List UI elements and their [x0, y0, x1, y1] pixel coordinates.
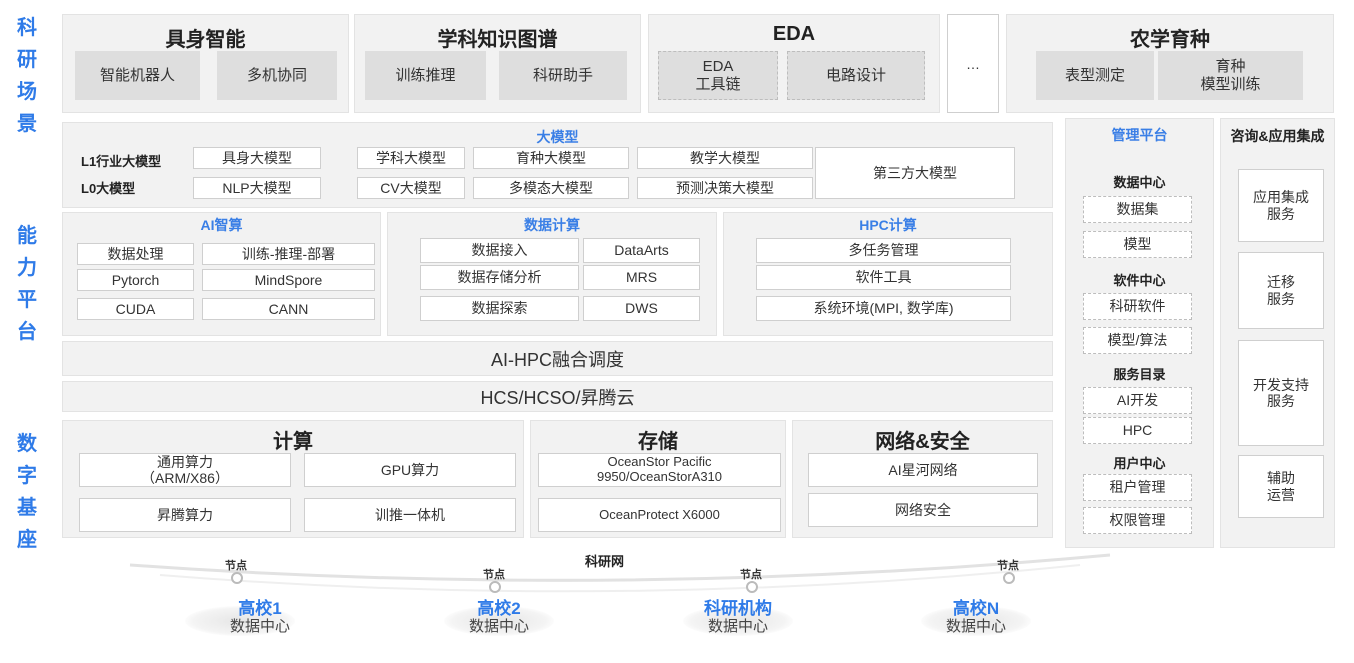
site-sub: 数据中心 — [229, 618, 290, 635]
node-label: 节点 — [740, 569, 762, 581]
node-label: 节点 — [225, 560, 247, 572]
site-sub: 数据中心 — [707, 618, 768, 635]
node-dot — [1003, 572, 1015, 584]
node-label: 节点 — [997, 560, 1019, 572]
node-dot — [489, 581, 501, 593]
site-sub: 数据中心 — [468, 618, 529, 635]
node-dot — [231, 572, 243, 584]
research-network-label: 科研网 — [585, 554, 625, 569]
research-network-arc — [129, 553, 1111, 593]
node-label: 节点 — [483, 569, 505, 581]
site-sub: 数据中心 — [945, 618, 1006, 635]
node-dot — [746, 581, 758, 593]
